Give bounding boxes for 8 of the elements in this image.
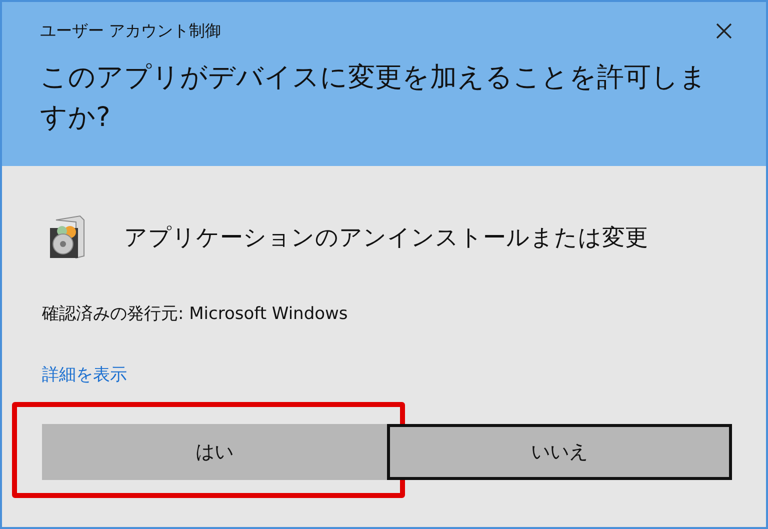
dialog-button[interactable]: いいえ	[387, 424, 732, 480]
details-link[interactable]: 詳細を表示	[42, 363, 127, 386]
publisher-text: 確認済みの発行元: Microsoft Windows	[42, 303, 349, 325]
prompt-text: このアプリがデバイスに変更を加えることを許可しますか?	[40, 61, 708, 135]
dialog-button[interactable]: はい	[42, 424, 387, 480]
app-name: アプリケーションのアンインストールまたは変更	[124, 224, 648, 252]
window-title: ユーザー アカウント制御	[40, 20, 222, 42]
close-icon[interactable]	[716, 23, 732, 39]
